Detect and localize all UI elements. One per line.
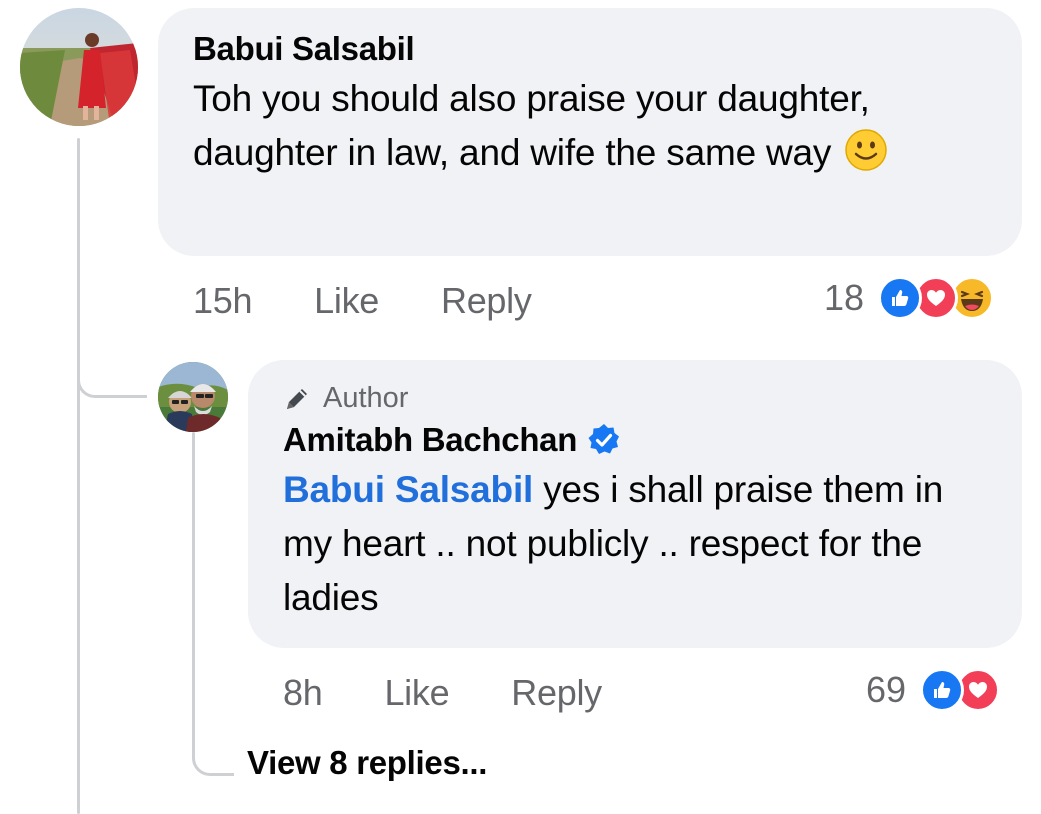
comment-bubble: Babui Salsabil Toh you should also prais… [158,8,1022,256]
comment-timestamp[interactable]: 15h [193,280,252,322]
view-replies-link[interactable]: View 8 replies... [247,744,487,782]
like-reaction-icon [878,276,923,320]
avatar-babui-salsabil[interactable] [20,8,138,126]
reply-reaction-count: 69 [866,669,907,710]
comment-like-button[interactable]: Like [314,280,379,322]
comment-text: Toh you should also praise your daughter… [193,72,953,186]
reply-author-row: Amitabh Bachchan [283,421,986,459]
avatar-amitabh-bachchan[interactable] [158,362,228,432]
smiling-face-emoji-icon [845,129,888,186]
pencil-icon [283,385,311,413]
reply-timestamp[interactable]: 8h [283,672,323,714]
comment-reply-button[interactable]: Reply [441,280,532,322]
like-reaction-icon [920,668,965,712]
reply-reply-button[interactable]: Reply [511,672,602,714]
comment-meta-row: 15h Like Reply [193,280,532,322]
thread-connector-view-replies [192,700,234,776]
author-badge: Author [283,382,986,415]
thread-line-reply [192,432,195,722]
reply-reactions[interactable]: 69 [866,668,1001,712]
reply-like-button[interactable]: Like [384,672,449,714]
reply-author-name[interactable]: Amitabh Bachchan [283,421,577,459]
comment-author-name[interactable]: Babui Salsabil [193,30,986,68]
thread-line-main [77,138,80,814]
comment-reactions[interactable]: 18 [824,276,995,320]
reply-mention-link[interactable]: Babui Salsabil [283,469,533,510]
verified-badge-icon [587,423,621,457]
reply-meta-row: 8h Like Reply [283,672,602,714]
reply-bubble: Author Amitabh Bachchan Babui Salsabil y… [248,360,1022,648]
comment-text-body: Toh you should also praise your daughter… [193,78,870,173]
thread-connector-reply [77,340,147,398]
reply-text: Babui Salsabil yes i shall praise them i… [283,463,973,625]
comment-reaction-count: 18 [824,277,865,318]
author-badge-label: Author [323,382,409,414]
